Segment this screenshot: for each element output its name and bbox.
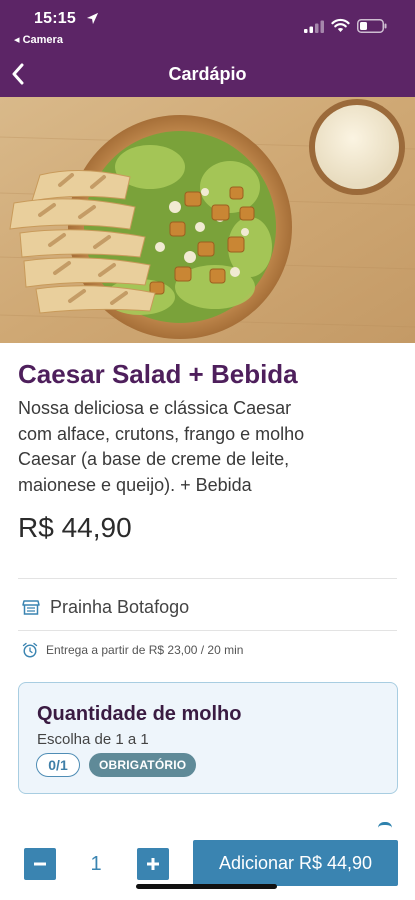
increase-quantity-button[interactable] [137, 848, 169, 880]
location-arrow-icon [86, 12, 99, 25]
delivery-info: Entrega a partir de R$ 23,00 / 20 min [22, 640, 243, 660]
decrease-quantity-button[interactable] [24, 848, 56, 880]
add-to-cart-button[interactable]: Adicionar R$ 44,90 [193, 840, 398, 886]
home-indicator[interactable] [136, 884, 277, 889]
footer-bar: 1 Adicionar R$ 44,90 [0, 838, 415, 900]
product-price: R$ 44,90 [18, 512, 132, 543]
status-bar: 15:15 ◂ Camera [0, 0, 415, 50]
storefront-icon [22, 600, 40, 615]
back-to-app-link[interactable]: ◂ Camera [14, 33, 63, 46]
option-group-sauce-quantity[interactable]: Quantidade de molho Escolha de 1 a 1 0/1… [18, 682, 398, 794]
navigation-bar: Cardápio [0, 54, 415, 94]
wifi-icon [331, 18, 350, 32]
product-image [0, 97, 415, 343]
divider [18, 578, 397, 579]
plus-icon [147, 858, 159, 870]
battery-icon [357, 19, 387, 33]
page-title: Cardápio [168, 64, 247, 84]
delivery-text: Entrega a partir de R$ 23,00 / 20 min [46, 643, 244, 657]
alarm-clock-icon [22, 642, 38, 658]
cellular-signal-icon [304, 20, 324, 33]
store-name: Prainha Botafogo [50, 596, 190, 617]
store-info: Prainha Botafogo [22, 594, 189, 620]
status-time: 15:15 [34, 10, 76, 27]
quantity-value: 1 [90, 852, 102, 875]
divider [18, 630, 397, 631]
scroll-indicator [378, 822, 392, 828]
selection-count-badge: 0/1 [36, 753, 80, 777]
option-group-title: Quantidade de molho [37, 703, 242, 725]
product-description: Nossa deliciosa e clássica Caesar com al… [18, 398, 305, 495]
option-group-subtitle: Escolha de 1 a 1 [37, 731, 149, 748]
required-badge: OBRIGATÓRIO [89, 753, 197, 777]
product-name: Caesar Salad + Bebida [18, 359, 298, 389]
minus-icon [34, 862, 46, 866]
app-header: 15:15 ◂ Camera Cardápio [0, 0, 415, 97]
product-info: Caesar Salad + Bebida Nossa deliciosa e … [18, 358, 398, 544]
